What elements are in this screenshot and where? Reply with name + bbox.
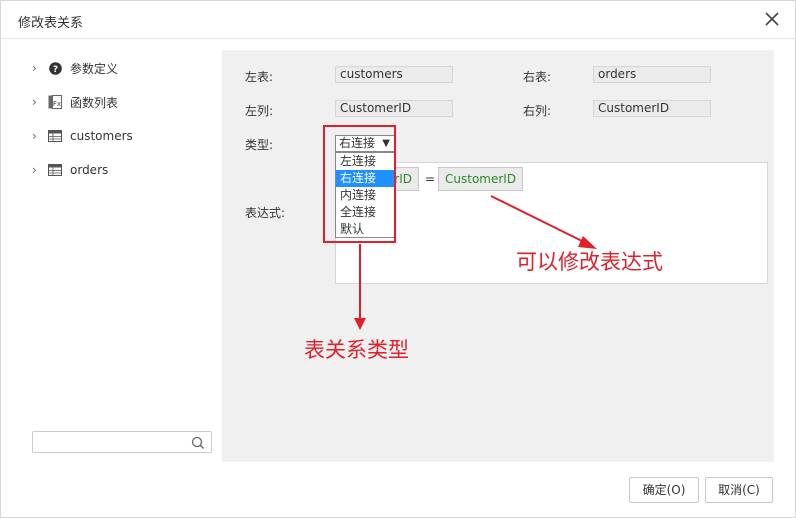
chevron-right-icon[interactable]: › bbox=[32, 163, 44, 177]
search-input[interactable] bbox=[32, 431, 212, 453]
svg-text:Fx: Fx bbox=[53, 100, 61, 108]
search-icon[interactable] bbox=[191, 436, 205, 450]
type-label: 类型: bbox=[245, 138, 274, 152]
expression-right-operand[interactable]: CustomerID bbox=[438, 167, 524, 191]
annotation-edit-expression: 可以修改表达式 bbox=[516, 250, 663, 274]
cancel-button[interactable]: 取消(C) bbox=[705, 477, 773, 503]
left-tree-panel: › ? 参数定义 › Fx 函数列表 › customers › orders bbox=[22, 50, 222, 462]
tree-item-customers[interactable]: › customers bbox=[32, 126, 133, 146]
close-icon[interactable] bbox=[763, 10, 781, 28]
annotation-relation-type: 表关系类型 bbox=[304, 338, 409, 362]
left-table-label: 左表: bbox=[245, 70, 274, 84]
tree-item-orders[interactable]: › orders bbox=[32, 160, 108, 180]
right-table-label: 右表: bbox=[523, 70, 552, 84]
highlight-box bbox=[323, 125, 396, 243]
right-column-field: CustomerID bbox=[593, 100, 711, 117]
right-column-label: 右列: bbox=[523, 104, 552, 118]
left-table-field: customers bbox=[335, 66, 453, 83]
left-column-label: 左列: bbox=[245, 104, 274, 118]
left-column-field: CustomerID bbox=[335, 100, 453, 117]
question-circle-icon: ? bbox=[48, 61, 62, 75]
tree-item-label: customers bbox=[70, 129, 133, 143]
tree-item-parameters[interactable]: › ? 参数定义 bbox=[32, 58, 118, 78]
tree-item-label: 函数列表 bbox=[70, 95, 119, 110]
expression-operator: = bbox=[425, 172, 436, 186]
table-icon bbox=[48, 163, 62, 177]
tree-item-label: orders bbox=[70, 163, 109, 177]
chevron-right-icon[interactable]: › bbox=[32, 129, 44, 143]
tree-item-label: 参数定义 bbox=[70, 61, 119, 76]
function-icon: Fx bbox=[48, 95, 62, 109]
dialog-title: 修改表关系 bbox=[18, 16, 84, 31]
tree-item-functions[interactable]: › Fx 函数列表 bbox=[32, 92, 118, 112]
svg-text:?: ? bbox=[52, 65, 57, 75]
right-table-field: orders bbox=[593, 66, 711, 83]
chevron-right-icon[interactable]: › bbox=[32, 95, 44, 109]
ok-button[interactable]: 确定(O) bbox=[629, 477, 699, 503]
expression-label: 表达式: bbox=[245, 206, 286, 220]
table-icon bbox=[48, 129, 62, 143]
chevron-right-icon[interactable]: › bbox=[32, 61, 44, 75]
title-bar: 修改表关系 bbox=[1, 1, 795, 39]
